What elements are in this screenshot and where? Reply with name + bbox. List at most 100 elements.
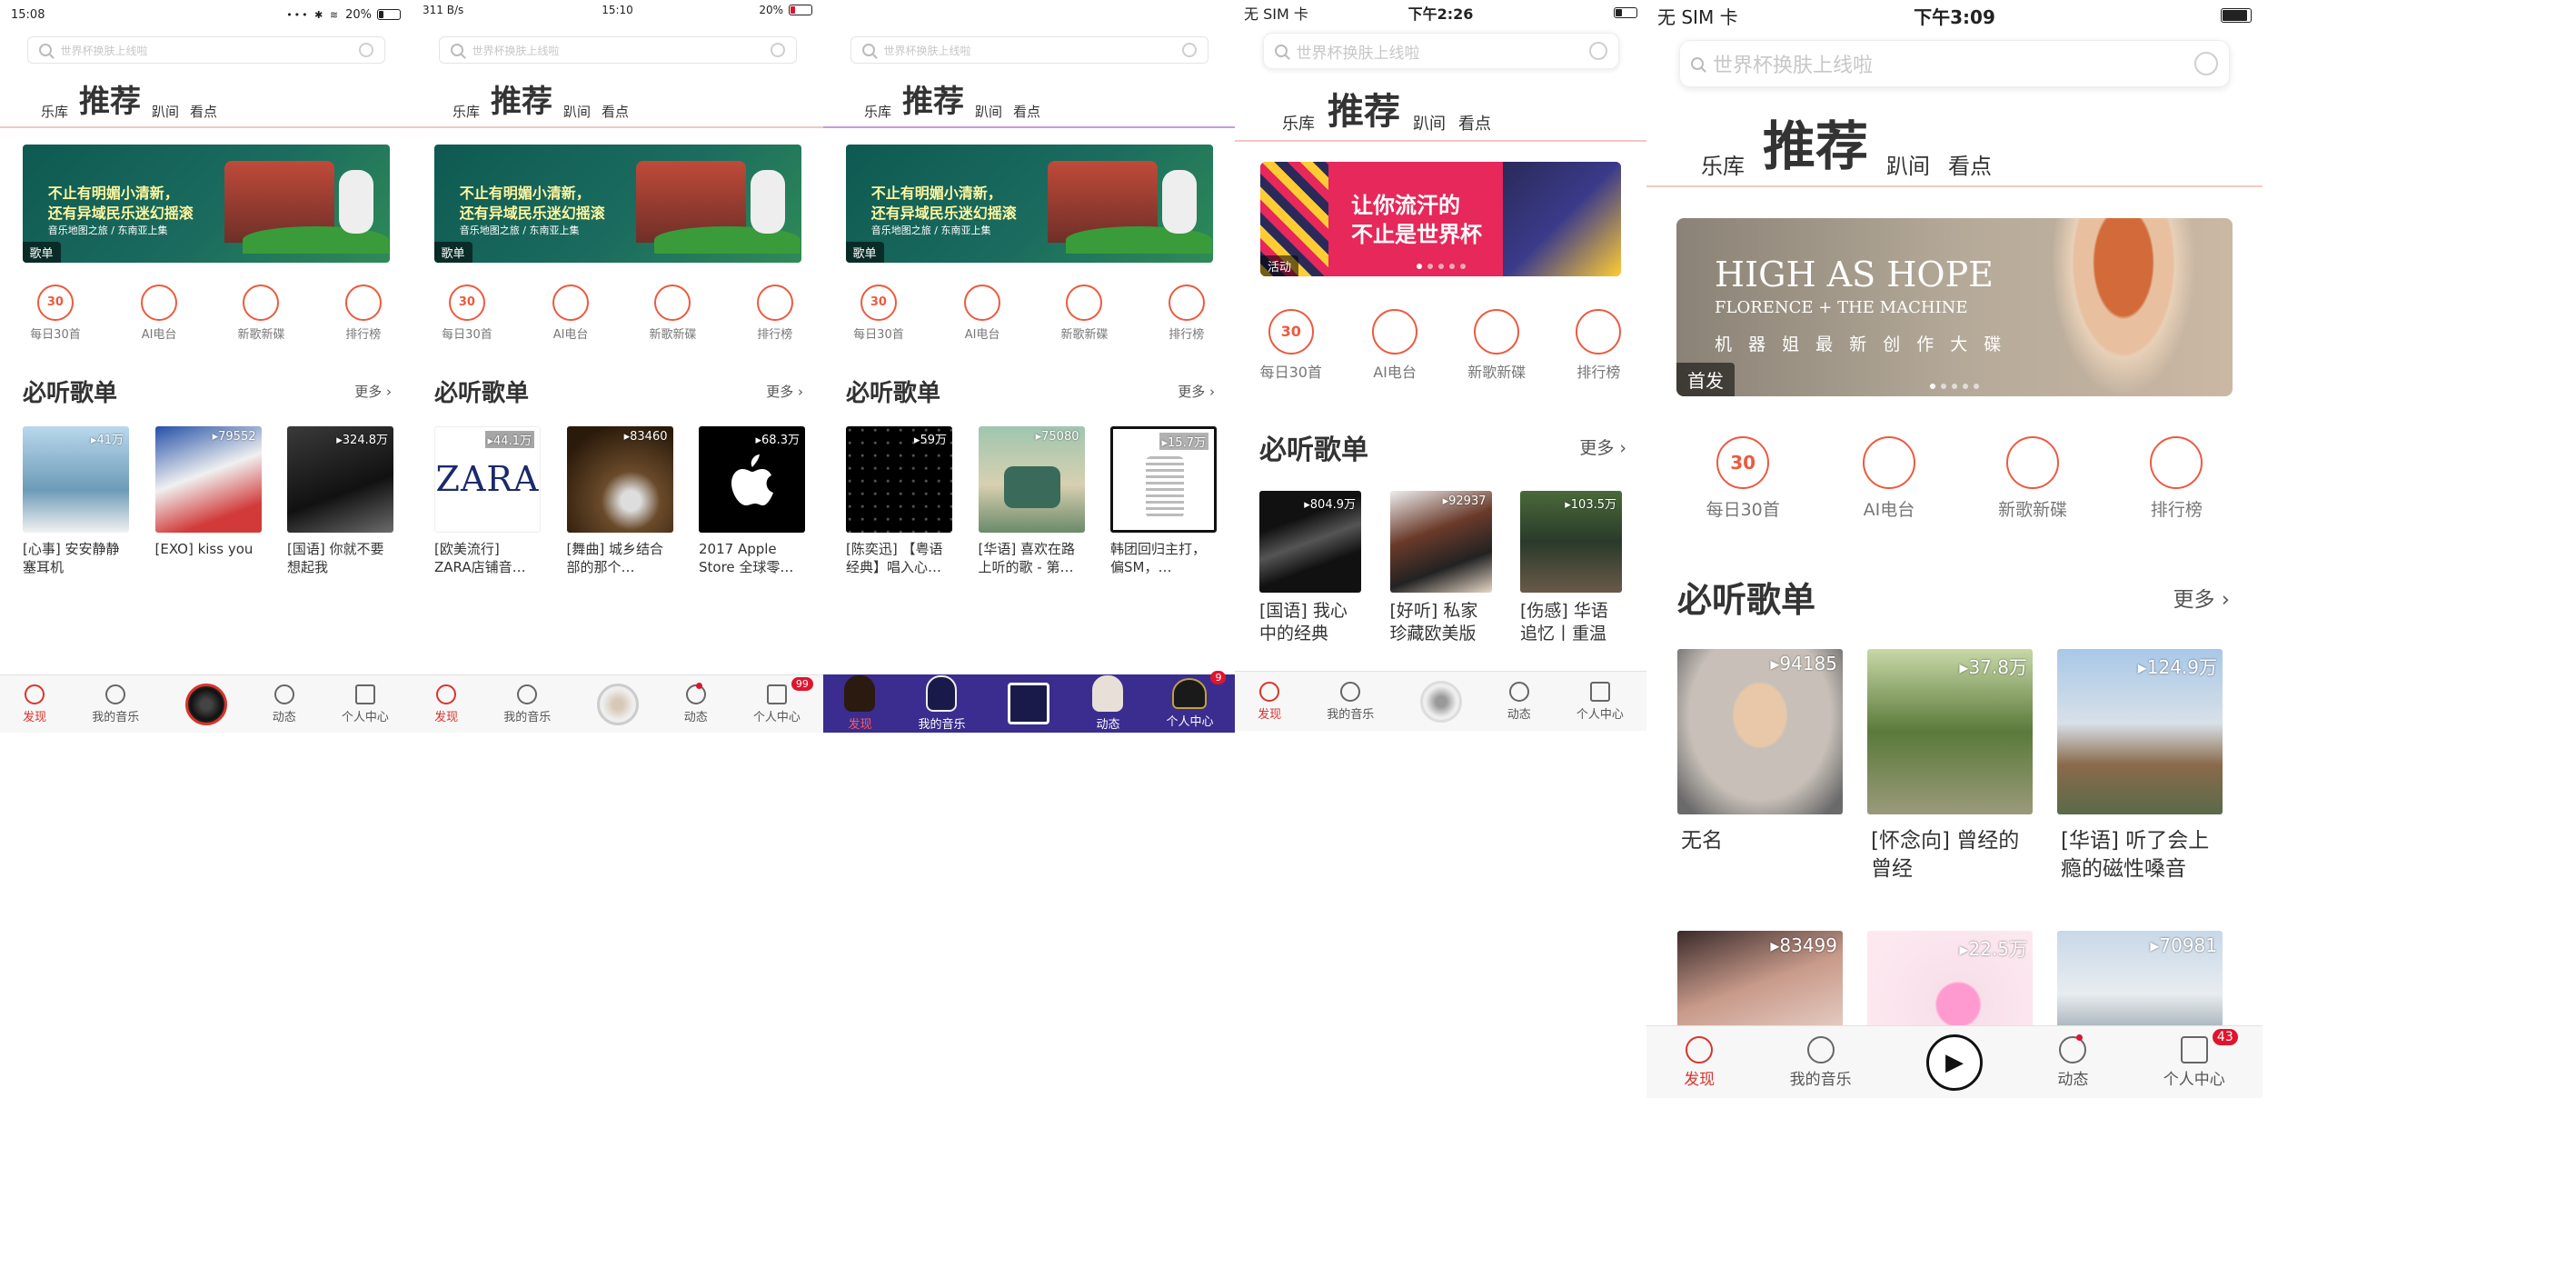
- banner[interactable]: 不止有明媚小清新， 还有异域民乐迷幻摇滚 音乐地图之旅 / 东南亚上集 歌单: [845, 144, 1213, 263]
- playlist-card[interactable]: ▸83460 [舞曲] 城乡结合部的那个…: [566, 425, 673, 580]
- nav-player[interactable]: ▶: [1925, 1033, 1983, 1091]
- search-input[interactable]: 世界杯换肤上线啦: [1262, 33, 1619, 69]
- playlist-card[interactable]: ▸92937 [好听] 私家珍藏欧美版【…: [1389, 490, 1492, 647]
- search-input[interactable]: 世界杯换肤上线啦: [850, 36, 1208, 64]
- nav-discover[interactable]: 发现: [23, 684, 46, 724]
- nav-feed[interactable]: 动态: [1092, 675, 1124, 732]
- shortcut-charts[interactable]: 排行榜: [1576, 308, 1622, 382]
- nav-player[interactable]: [1419, 680, 1462, 723]
- banner[interactable]: 不止有明媚小清新， 还有异域民乐迷幻摇滚 音乐地图之旅 / 东南亚上集 歌单: [22, 144, 390, 263]
- voice-icon[interactable]: [1181, 43, 1197, 57]
- nav-player[interactable]: [184, 683, 227, 725]
- playlist-card[interactable]: ▸68.3万 2017 Apple Store 全球零…: [699, 425, 805, 580]
- shortcut-charts[interactable]: 排行榜: [344, 284, 382, 342]
- tab-recommend[interactable]: 推荐: [1328, 82, 1400, 135]
- playlist-card[interactable]: ▸59万 [陈奕迅] 【粤语经典】唱入心…: [846, 425, 952, 580]
- search-input[interactable]: 世界杯换肤上线啦: [438, 36, 797, 64]
- playlist-card[interactable]: ▸70981: [2057, 931, 2223, 1036]
- nav-feed[interactable]: 动态: [273, 684, 296, 724]
- tab-watch[interactable]: 看点: [602, 102, 629, 121]
- playlist-card[interactable]: ▸79552 [EXO] kiss you: [154, 425, 262, 580]
- more-link[interactable]: 更多 ›: [766, 382, 803, 401]
- voice-icon[interactable]: [2194, 52, 2218, 75]
- shortcut-new-songs[interactable]: 新歌新碟: [1467, 308, 1526, 382]
- shortcut-ai-radio[interactable]: AI电台: [141, 284, 178, 342]
- tab-party[interactable]: 趴间: [563, 102, 591, 121]
- playlist-card[interactable]: ▸94185 无名: [1677, 649, 1843, 887]
- more-link[interactable]: 更多 ›: [1579, 434, 1626, 459]
- nav-feed[interactable]: 动态: [2057, 1033, 2088, 1089]
- nav-profile[interactable]: 43 个人中心: [2163, 1028, 2238, 1089]
- nav-player[interactable]: [596, 683, 639, 725]
- search-input[interactable]: 世界杯换肤上线啦: [1679, 40, 2230, 87]
- tab-party[interactable]: 趴间: [975, 102, 1002, 121]
- nav-my-music[interactable]: 我的音乐: [92, 684, 139, 724]
- playlist-card[interactable]: ZARA ▸44.1万 [欧美流行] ZARA店铺音…: [434, 425, 541, 580]
- shortcut-ai-radio[interactable]: AI电台: [964, 284, 1001, 342]
- shortcut-charts[interactable]: 排行榜: [1168, 284, 1205, 342]
- shortcut-daily[interactable]: 30 每日30首: [1706, 436, 1780, 521]
- shortcut-daily[interactable]: 30 每日30首: [853, 284, 904, 342]
- voice-icon[interactable]: [358, 43, 373, 57]
- tab-recommend[interactable]: 推荐: [1763, 104, 1868, 180]
- tab-library[interactable]: 乐库: [1282, 111, 1315, 135]
- playlist-card[interactable]: ▸22.5万: [1867, 931, 2033, 1036]
- nav-my-music[interactable]: 我的音乐: [1790, 1035, 1852, 1089]
- nav-profile[interactable]: 个人中心: [1576, 681, 1624, 722]
- nav-discover[interactable]: 发现: [844, 675, 876, 732]
- nav-discover[interactable]: 发现: [1258, 681, 1281, 722]
- shortcut-ai-radio[interactable]: AI电台: [1862, 436, 1915, 521]
- nav-discover[interactable]: 发现: [434, 684, 458, 724]
- nav-discover[interactable]: 发现: [1684, 1035, 1715, 1089]
- nav-feed[interactable]: 动态: [684, 682, 708, 724]
- tab-library[interactable]: 乐库: [41, 102, 68, 121]
- shortcut-daily[interactable]: 30 每日30首: [442, 284, 492, 342]
- shortcut-ai-radio[interactable]: AI电台: [1372, 308, 1418, 382]
- playlist-card[interactable]: ▸103.5万 [伤感] 华语追忆丨重温昔…: [1520, 490, 1622, 647]
- playlist-card[interactable]: ▸75080 [华语] 喜欢在路上听的歌 - 第…: [978, 425, 1085, 580]
- tab-party[interactable]: 趴间: [152, 102, 179, 121]
- banner[interactable]: HIGH AS HOPE FLORENCE + THE MACHINE 机 器 …: [1676, 218, 2233, 396]
- nav-profile[interactable]: 9 个人中心: [1166, 671, 1227, 729]
- banner[interactable]: 不止有明媚小清新， 还有异域民乐迷幻摇滚 音乐地图之旅 / 东南亚上集 歌单: [433, 144, 801, 263]
- tab-watch[interactable]: 看点: [1458, 111, 1491, 135]
- voice-icon[interactable]: [770, 43, 785, 57]
- more-link[interactable]: 更多 ›: [2173, 582, 2230, 613]
- tab-library[interactable]: 乐库: [864, 102, 891, 121]
- playlist-card[interactable]: ▸83499: [1677, 931, 1843, 1036]
- shortcut-new-songs[interactable]: 新歌新碟: [237, 284, 284, 342]
- shortcut-ai-radio[interactable]: AI电台: [552, 284, 590, 342]
- search-input[interactable]: 世界杯换肤上线啦: [26, 36, 385, 64]
- tab-recommend[interactable]: 推荐: [902, 76, 964, 121]
- banner[interactable]: 让你流汗的 不止是世界杯 活动: [1260, 161, 1621, 276]
- tab-library[interactable]: 乐库: [453, 102, 480, 121]
- shortcut-charts[interactable]: 排行榜: [2150, 436, 2203, 521]
- tab-watch[interactable]: 看点: [190, 102, 217, 121]
- tab-recommend[interactable]: 推荐: [491, 76, 552, 121]
- playlist-card[interactable]: ▸37.8万 [怀念向] 曾经的曾经: [1867, 649, 2033, 887]
- playlist-card[interactable]: ▸41万 [心事] 安安静静塞耳机: [23, 425, 129, 580]
- more-link[interactable]: 更多 ›: [1178, 382, 1215, 401]
- shortcut-daily[interactable]: 30 每日30首: [30, 284, 81, 342]
- shortcut-new-songs[interactable]: 新歌新碟: [1998, 436, 2067, 521]
- playlist-card[interactable]: ▸804.9万 [国语] 我心中的经典: [1259, 490, 1361, 647]
- nav-my-music[interactable]: 我的音乐: [1327, 681, 1374, 722]
- shortcut-daily[interactable]: 30 每日30首: [1260, 308, 1322, 382]
- tab-recommend[interactable]: 推荐: [79, 76, 141, 121]
- tab-watch[interactable]: 看点: [1948, 148, 1992, 180]
- shortcut-new-songs[interactable]: 新歌新碟: [649, 284, 696, 342]
- playlist-card[interactable]: ▸15.7万 韩团回归主打，偏SM，…: [1110, 425, 1217, 580]
- tab-library[interactable]: 乐库: [1701, 148, 1745, 180]
- playlist-card[interactable]: ▸124.9万 [华语] 听了会上瘾的磁性嗓音——…: [2057, 649, 2223, 887]
- voice-icon[interactable]: [1588, 42, 1607, 60]
- tab-watch[interactable]: 看点: [1013, 102, 1040, 121]
- nav-my-music[interactable]: 我的音乐: [503, 684, 551, 724]
- nav-profile[interactable]: 个人中心: [342, 684, 389, 724]
- tab-party[interactable]: 趴间: [1413, 111, 1446, 135]
- tab-party[interactable]: 趴间: [1886, 148, 1930, 180]
- playlist-card[interactable]: ▸324.8万 [国语] 你就不要想起我: [287, 425, 393, 580]
- nav-player[interactable]: [1008, 683, 1050, 724]
- shortcut-new-songs[interactable]: 新歌新碟: [1060, 284, 1108, 342]
- more-link[interactable]: 更多 ›: [354, 382, 392, 401]
- shortcut-charts[interactable]: 排行榜: [756, 284, 793, 342]
